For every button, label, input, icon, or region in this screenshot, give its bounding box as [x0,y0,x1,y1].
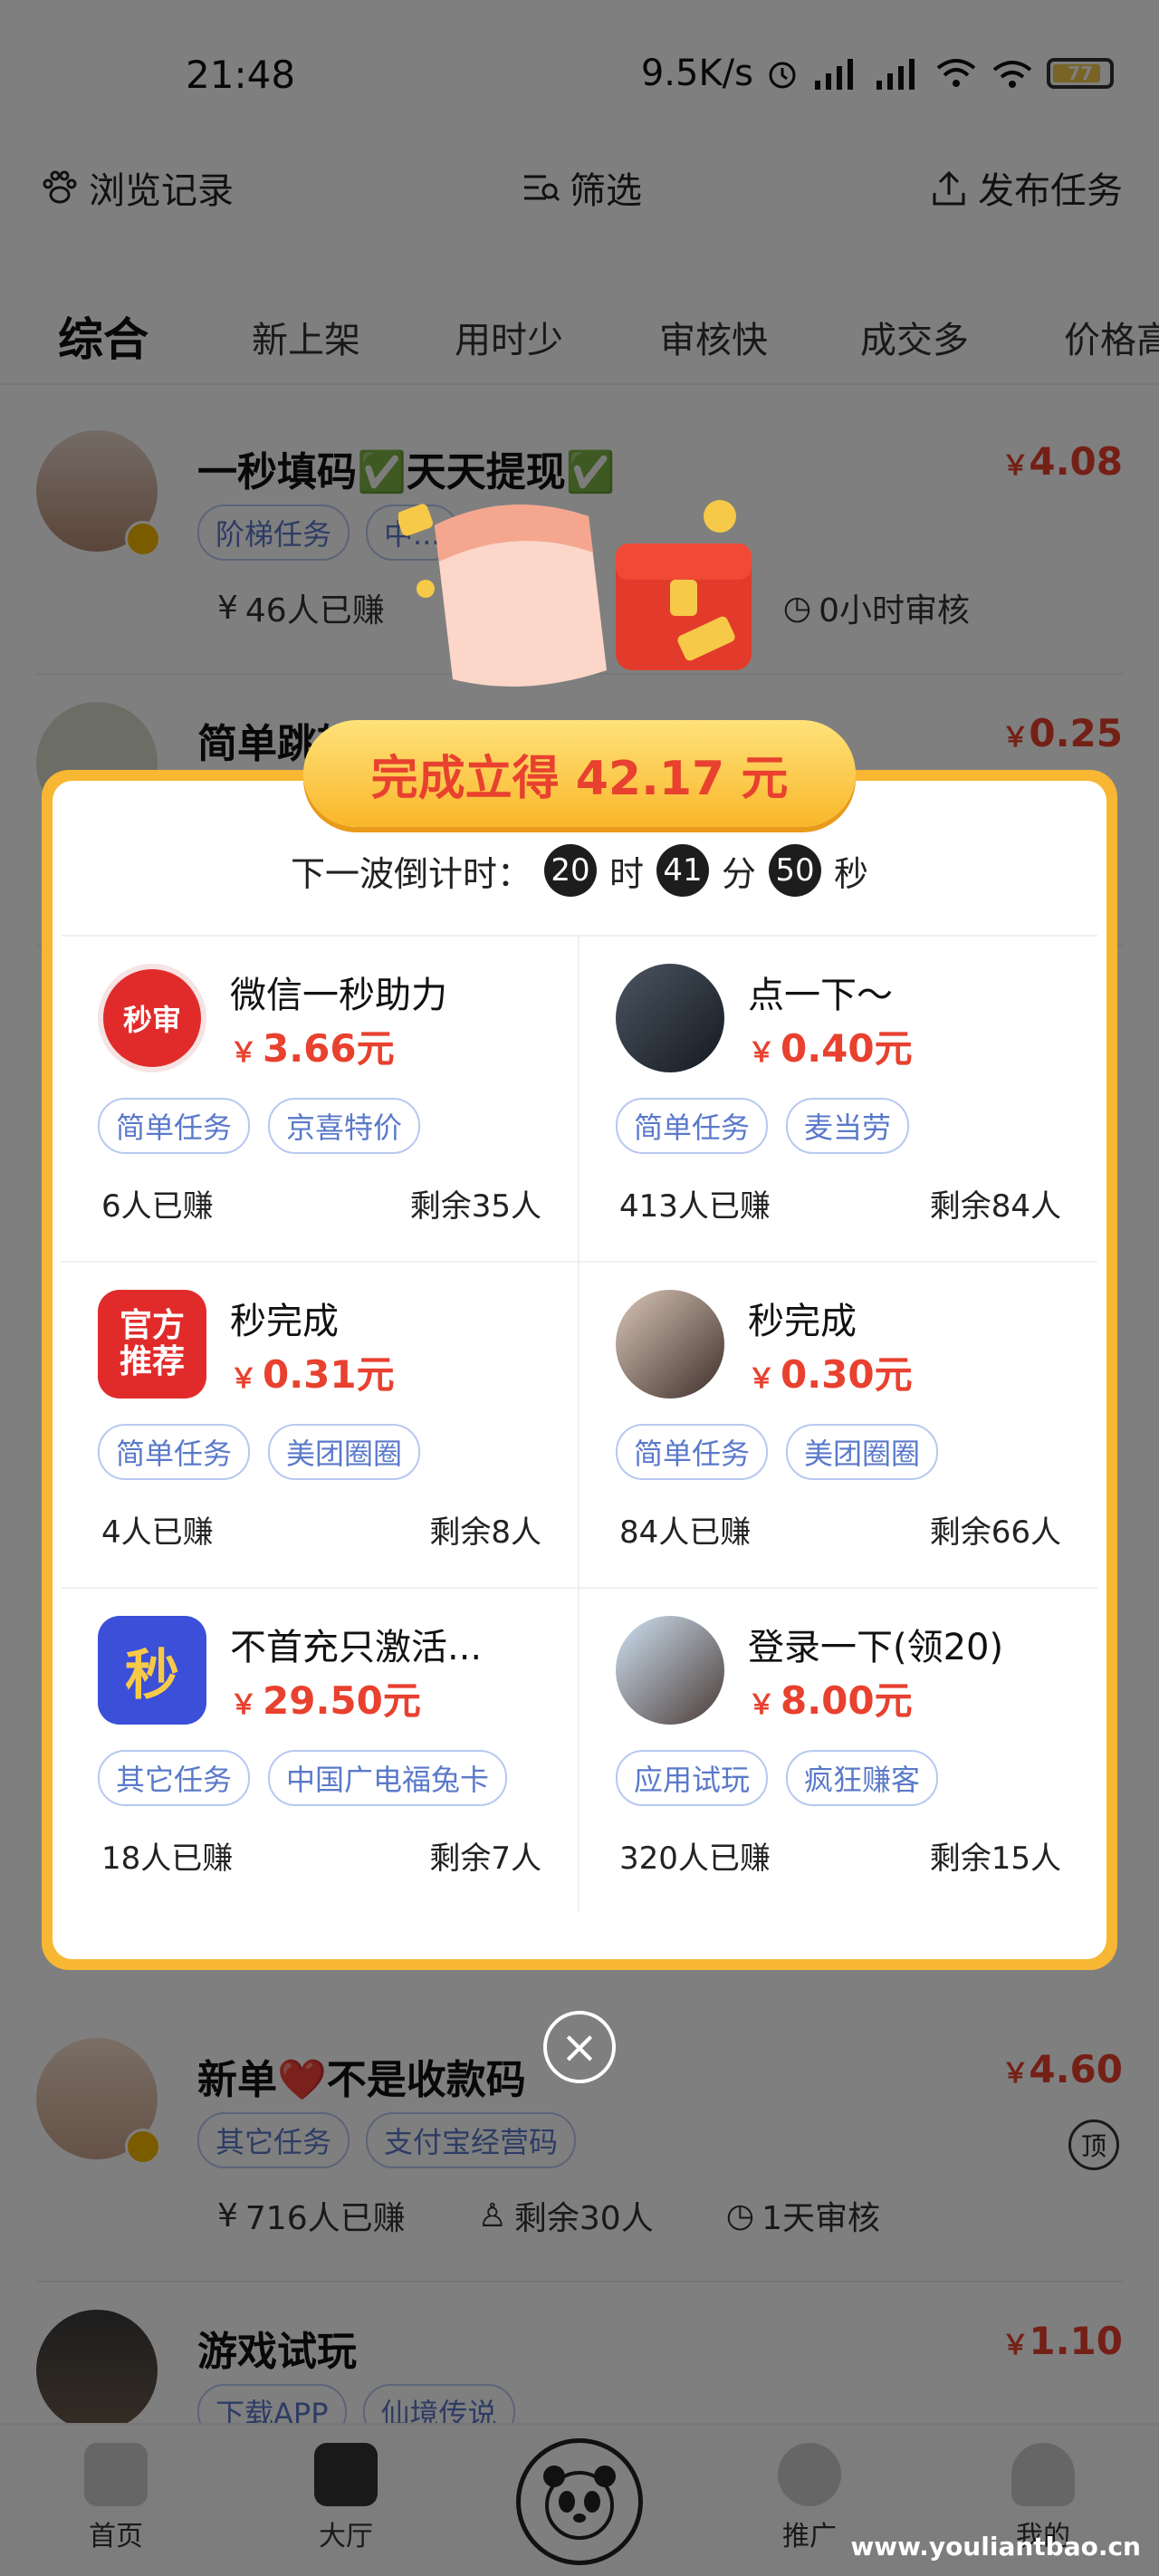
reward-banner: 完成立得 42.17 元 [303,720,856,827]
remain-count: 剩余84人 [929,1188,1061,1225]
task-card[interactable]: 秒审 微信一秒助力 ￥ 3.66元 简单任务 京喜特价 6人已赚 剩余35人 [62,935,580,1261]
task-price: ￥ 0.30元 [748,1352,913,1397]
reward-modal-body: 下一波倒计时： 20 时 41 分 50 秒 秒审 微信一秒助力 ￥ 3.66元 … [53,781,1106,1959]
task-price: ￥ 3.66元 [230,1026,395,1071]
task-price: ￥ 0.40元 [748,1026,913,1071]
task-tags: 简单任务 麦当劳 [616,1098,910,1154]
task-title: 微信一秒助力 [230,975,447,1016]
remain-count: 剩余66人 [929,1514,1061,1551]
tag: 应用试玩 [616,1750,769,1806]
countdown-label: 下一波倒计时： [290,853,532,894]
remain-count: 剩余8人 [429,1514,541,1551]
task-tags: 简单任务 美团圈圈 [98,1424,421,1480]
task-card[interactable]: 秒完成 ￥ 0.30元 简单任务 美团圈圈 84人已赚 剩余66人 [580,1261,1097,1587]
minute-unit: 分 [722,853,757,894]
avatar [616,1290,724,1399]
task-tags: 简单任务 美团圈圈 [616,1424,939,1480]
tag: 简单任务 [616,1098,769,1154]
task-title: 点一下～ [748,975,893,1016]
tag: 美团圈圈 [786,1424,939,1480]
watermark: www.youliantbao.cn [850,2532,1141,2562]
task-card[interactable]: 秒 不首充只激活... ￥ 29.50元 其它任务 中国广电福兔卡 18人已赚 剩… [62,1587,580,1913]
gift-chest-illustration [398,500,752,687]
task-title: 登录一下(领20) [748,1627,1004,1668]
remain-count: 剩余15人 [929,1841,1061,1877]
earned-count: 413人已赚 [619,1188,771,1225]
tag: 简单任务 [98,1098,251,1154]
tag: 京喜特价 [268,1098,421,1154]
task-title: 秒完成 [230,1301,339,1342]
countdown-seconds: 50 [769,844,822,897]
task-price: ￥ 8.00元 [748,1678,913,1723]
task-price: ￥ 0.31元 [230,1352,395,1397]
task-card[interactable]: 官方推荐 秒完成 ￥ 0.31元 简单任务 美团圈圈 4人已赚 剩余8人 [62,1261,580,1587]
task-card[interactable]: 登录一下(领20) ￥ 8.00元 应用试玩 疯狂赚客 320人已赚 剩余15人 [580,1587,1097,1913]
remain-count: 剩余35人 [409,1188,541,1225]
task-tags: 简单任务 京喜特价 [98,1098,421,1154]
earned-count: 320人已赚 [619,1841,771,1877]
earned-count: 84人已赚 [619,1514,752,1551]
tag: 其它任务 [98,1750,251,1806]
avatar [616,964,724,1072]
tag: 简单任务 [616,1424,769,1480]
task-price: ￥ 29.50元 [230,1678,421,1723]
reward-modal: 下一波倒计时： 20 时 41 分 50 秒 秒审 微信一秒助力 ￥ 3.66元 … [42,770,1117,1970]
task-tags: 其它任务 中国广电福兔卡 [98,1750,508,1806]
tag: 中国广电福兔卡 [268,1750,508,1806]
avatar: 秒 [98,1616,206,1725]
close-modal-button[interactable]: × [543,2011,616,2083]
tag: 麦当劳 [786,1098,910,1154]
remain-count: 剩余7人 [429,1841,541,1877]
hour-unit: 时 [608,853,644,894]
countdown-hours: 20 [543,844,597,897]
earned-count: 4人已赚 [101,1514,214,1551]
avatar: 官方推荐 [98,1290,206,1399]
task-tags: 应用试玩 疯狂赚客 [616,1750,939,1806]
earned-count: 6人已赚 [101,1188,214,1225]
countdown: 下一波倒计时： 20 时 41 分 50 秒 [53,844,1106,897]
countdown-minutes: 41 [656,844,709,897]
tag: 简单任务 [98,1424,251,1480]
tag: 疯狂赚客 [786,1750,939,1806]
avatar: 秒审 [98,964,206,1072]
task-card[interactable]: 点一下～ ￥ 0.40元 简单任务 麦当劳 413人已赚 剩余84人 [580,935,1097,1261]
second-unit: 秒 [834,853,869,894]
earned-count: 18人已赚 [101,1841,234,1877]
avatar [616,1616,724,1725]
task-title: 不首充只激活... [230,1627,483,1668]
close-icon: × [560,2021,599,2073]
task-title: 秒完成 [748,1301,857,1342]
tag: 美团圈圈 [268,1424,421,1480]
